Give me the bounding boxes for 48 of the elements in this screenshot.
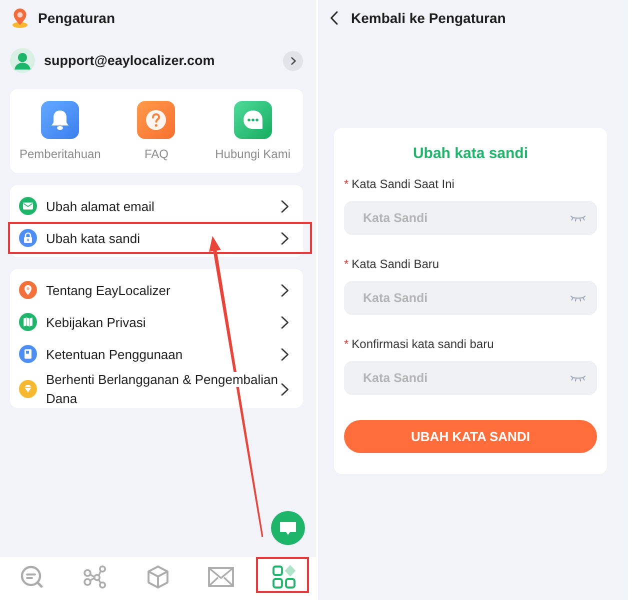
envelope-icon: [19, 197, 37, 215]
account-email: support@eaylocalizer.com: [44, 53, 215, 68]
bell-icon: [41, 101, 80, 139]
form-title: Ubah kata sandi: [412, 144, 530, 164]
password-field[interactable]: Kata Sandi: [344, 361, 597, 395]
field-label: Konfirmasi kata sandi baru: [352, 336, 494, 352]
account-arrow-button[interactable]: [283, 50, 303, 70]
password-field[interactable]: Kata Sandi: [344, 281, 597, 315]
nodes-icon: [82, 564, 107, 588]
page-title: Pengaturan: [38, 10, 116, 26]
chevron-right-icon: [281, 200, 289, 212]
apps-grid-icon: [272, 564, 296, 588]
lock-icon: [19, 229, 37, 247]
pin-icon: [19, 281, 37, 299]
message-search-icon: [20, 564, 44, 588]
chevron-right-icon: [281, 232, 289, 244]
question-icon: [137, 101, 176, 139]
back-button[interactable]: Kembali ke Pengaturan: [330, 10, 506, 26]
document-icon: [19, 345, 37, 363]
menu-item[interactable]: Ubah kata sandi: [10, 222, 303, 254]
avatar-icon: [10, 48, 35, 73]
chat-button[interactable]: [271, 511, 305, 545]
eye-closed-icon: [570, 375, 586, 382]
chevron-right-icon: [281, 382, 289, 396]
menu-item[interactable]: Kebijakan Privasi: [10, 306, 303, 338]
envelope-icon: [208, 566, 234, 586]
chevron-right-icon: [281, 284, 289, 296]
chat-bubble-icon: [234, 101, 272, 139]
eye-closed-icon: [570, 295, 586, 302]
message-icon: [279, 520, 297, 536]
highlight-frame: [256, 557, 310, 593]
menu-item[interactable]: Tentang EayLocalizer: [10, 274, 303, 306]
location-pin-icon: [12, 8, 28, 28]
chevron-right-icon: [281, 348, 289, 360]
required-mark: *: [344, 176, 349, 192]
menu-item[interactable]: Ubah alamat email: [10, 190, 303, 222]
menu-item[interactable]: Ketentuan Penggunaan: [10, 338, 303, 370]
map-icon: [19, 313, 37, 331]
cube-icon: [146, 564, 170, 588]
field-label: Kata Sandi Baru: [352, 256, 440, 272]
required-mark: *: [344, 336, 349, 352]
eye-closed-icon: [570, 215, 586, 222]
chevron-right-icon: [281, 316, 289, 328]
chevron-right-icon: [290, 56, 296, 64]
field-label: Kata Sandi Saat Ini: [352, 176, 454, 192]
chevron-left-icon: [330, 11, 338, 25]
password-field[interactable]: Kata Sandi: [344, 201, 597, 235]
required-mark: *: [344, 256, 349, 272]
